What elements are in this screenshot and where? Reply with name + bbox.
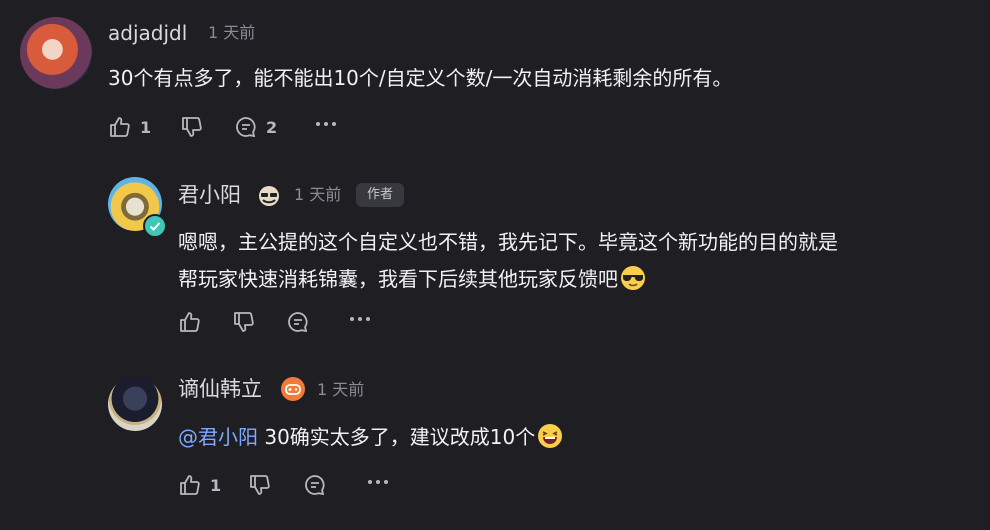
comment-icon bbox=[305, 475, 325, 496]
more-icon bbox=[368, 480, 372, 484]
username[interactable]: adjadjdl bbox=[108, 20, 187, 46]
comment-actions: 1 2 bbox=[108, 115, 348, 139]
thumbs-up-icon bbox=[110, 117, 130, 137]
more-icon bbox=[350, 317, 354, 321]
comment-icon bbox=[236, 117, 256, 138]
user-avatar[interactable] bbox=[108, 377, 162, 431]
user-avatar[interactable] bbox=[20, 17, 92, 89]
comment-text: 30个有点多了，能不能出10个/自定义个数/一次自动消耗剩余的所有。 bbox=[108, 66, 733, 90]
author-badge: 作者 bbox=[356, 183, 405, 207]
thumbs-down-icon bbox=[234, 312, 254, 332]
comment-actions: 1 bbox=[178, 473, 388, 497]
comment-text-line-1: 嗯嗯，主公提的这个自定义也不错，我先记下。毕竟这个新功能的目的就是 bbox=[178, 230, 838, 254]
grin-emoji bbox=[538, 424, 563, 448]
reply-button[interactable] bbox=[286, 310, 310, 334]
comment-text-line-2-text: 帮玩家快速消耗锦囊，我看下后续其他玩家反馈吧 bbox=[178, 267, 618, 291]
thumbs-down-icon bbox=[250, 475, 270, 495]
more-icon bbox=[316, 122, 320, 126]
reply-button[interactable]: 2 bbox=[234, 115, 277, 139]
like-button[interactable]: 1 bbox=[108, 115, 151, 139]
comment-text: 嗯嗯，主公提的这个自定义也不错，我先记下。毕竟这个新功能的目的就是 帮玩家快速消… bbox=[178, 224, 838, 298]
sunglasses-emoji bbox=[621, 266, 645, 290]
thumbs-up-icon bbox=[180, 312, 200, 332]
more-button[interactable] bbox=[368, 479, 388, 485]
like-count: 1 bbox=[140, 117, 152, 137]
more-button[interactable] bbox=[316, 121, 336, 127]
timestamp: 1 天前 bbox=[317, 380, 365, 399]
comment-text-line-2: 帮玩家快速消耗锦囊，我看下后续其他玩家反馈吧 bbox=[178, 261, 838, 298]
comment-icon bbox=[288, 312, 308, 333]
more-button[interactable] bbox=[350, 316, 370, 322]
username[interactable]: 谪仙韩立 bbox=[178, 375, 262, 403]
reply-count: 2 bbox=[266, 117, 278, 137]
dislike-button[interactable] bbox=[248, 473, 272, 497]
reply-button[interactable] bbox=[303, 473, 327, 497]
timestamp: 1 天前 bbox=[294, 185, 342, 204]
comment-text-body: 30确实太多了，建议改成10个 bbox=[258, 425, 536, 449]
like-button[interactable]: 1 bbox=[178, 473, 221, 497]
thumbs-down-icon bbox=[182, 117, 202, 137]
glasses-badge-icon bbox=[256, 183, 282, 209]
like-count: 1 bbox=[210, 475, 222, 495]
thumbs-up-icon bbox=[180, 475, 200, 495]
dislike-button[interactable] bbox=[180, 115, 204, 139]
verified-icon bbox=[143, 214, 167, 238]
dislike-button[interactable] bbox=[232, 310, 256, 334]
timestamp: 1 天前 bbox=[208, 23, 256, 42]
comment-text: @君小阳 30确实太多了，建议改成10个 bbox=[178, 419, 563, 456]
username[interactable]: 君小阳 bbox=[178, 181, 241, 209]
like-button[interactable] bbox=[178, 310, 202, 334]
game-badge-icon bbox=[281, 377, 305, 401]
mention-link[interactable]: @君小阳 bbox=[178, 425, 258, 449]
comment-actions bbox=[178, 310, 388, 334]
